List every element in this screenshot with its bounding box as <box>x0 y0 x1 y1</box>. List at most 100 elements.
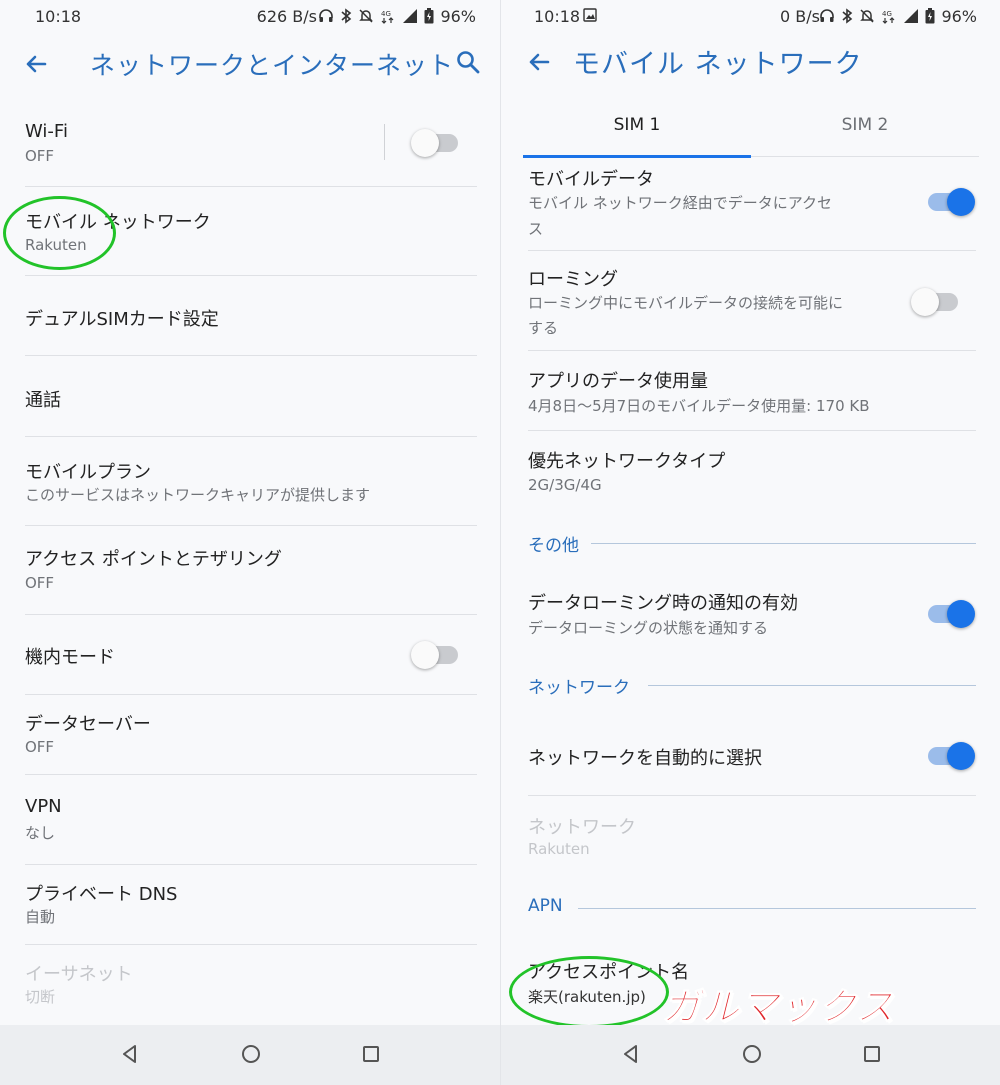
back-arrow-icon[interactable] <box>22 50 50 78</box>
roaming-item[interactable]: ローミング ローミング中にモバイルデータの接続を可能に する <box>528 251 976 351</box>
wifi-item[interactable]: Wi-Fi OFF <box>25 98 477 187</box>
headphones-icon <box>319 9 334 22</box>
wifi-status: OFF <box>25 147 55 165</box>
recents-square-icon[interactable] <box>859 1041 885 1067</box>
mobile-plan-description: このサービスはネットワークキャリアが提供します <box>25 486 371 504</box>
network-operator-value: Rakuten <box>528 840 590 858</box>
roaming-toggle[interactable] <box>911 286 961 316</box>
data-saver-item[interactable]: データセーバー OFF <box>25 695 477 775</box>
mobile-plan-item[interactable]: モバイルプラン このサービスはネットワークキャリアが提供します <box>25 437 477 526</box>
back-arrow-icon[interactable] <box>525 48 553 76</box>
auto-select-network-title: ネットワークを自動的に選択 <box>528 748 762 769</box>
bell-off-icon <box>359 9 374 23</box>
app-data-usage-title: アプリのデータ使用量 <box>528 371 708 392</box>
roaming-description-cont: する <box>528 319 559 337</box>
mobile-data-description-cont: ス <box>528 220 544 238</box>
search-icon[interactable] <box>454 48 482 76</box>
preferred-network-type-item[interactable]: 優先ネットワークタイプ 2G/3G/4G <box>528 431 976 521</box>
sim-tabs: SIM 1 SIM 2 <box>523 100 979 158</box>
private-dns-item[interactable]: プライベート DNS 自動 <box>25 865 477 945</box>
vertical-divider <box>384 124 385 160</box>
navigation-bar <box>0 1025 500 1085</box>
tab-sim-1-label: SIM 1 <box>613 115 661 135</box>
airplane-mode-toggle[interactable] <box>411 639 461 669</box>
roaming-notification-toggle[interactable] <box>925 598 975 628</box>
vpn-title: VPN <box>25 796 62 817</box>
roaming-title: ローミング <box>528 269 618 290</box>
mobile-data-item[interactable]: モバイルデータ モバイル ネットワーク経由でデータにアクセ ス <box>528 157 976 251</box>
home-circle-icon[interactable] <box>238 1041 264 1067</box>
page-title: モバイル ネットワーク <box>573 49 863 80</box>
app-data-usage-summary: 4月8日～5月7日のモバイルデータ使用量: 170 KB <box>528 397 870 415</box>
battery-icon <box>925 8 935 24</box>
app-bar: モバイル ネットワーク <box>501 36 1000 96</box>
section-header-other: その他 <box>528 531 976 556</box>
svg-text:4G: 4G <box>882 10 892 18</box>
network-speed: 626 B/s <box>256 7 317 26</box>
battery-percent: 96% <box>941 6 977 26</box>
bluetooth-icon <box>842 8 853 24</box>
battery-percent: 96% <box>440 6 476 26</box>
mobile-data-title: モバイルデータ <box>528 169 654 190</box>
recents-square-icon[interactable] <box>358 1041 384 1067</box>
preferred-network-type-value: 2G/3G/4G <box>528 476 602 494</box>
app-data-usage-item[interactable]: アプリのデータ使用量 4月8日～5月7日のモバイルデータ使用量: 170 KB <box>528 351 976 431</box>
auto-select-network-item[interactable]: ネットワークを自動的に選択 <box>528 716 976 796</box>
mobile-data-description: モバイル ネットワーク経由でデータにアクセ <box>528 194 833 212</box>
calls-item[interactable]: 通話 <box>25 356 477 437</box>
mobile-network-screen: 10:18 0 B/s 4G 96% モバイル ネットワーク SIM 1 SIM… <box>500 0 1000 1085</box>
mobile-plan-title: モバイルプラン <box>25 462 151 483</box>
signal-icon <box>403 9 418 23</box>
navigation-bar <box>501 1025 1000 1085</box>
bluetooth-icon <box>341 8 352 24</box>
vpn-status: なし <box>25 824 56 842</box>
tab-sim-1[interactable]: SIM 1 <box>523 100 751 158</box>
wifi-title: Wi-Fi <box>25 121 68 142</box>
data-saver-title: データセーバー <box>25 714 151 735</box>
tab-sim-2[interactable]: SIM 2 <box>751 100 979 157</box>
hotspot-tethering-item[interactable]: アクセス ポイントとテザリング OFF <box>25 526 477 615</box>
status-time: 10:18 <box>534 7 581 26</box>
home-circle-icon[interactable] <box>739 1041 765 1067</box>
back-triangle-icon[interactable] <box>618 1041 644 1067</box>
data-saver-status: OFF <box>25 738 55 756</box>
4g-icon: 4G <box>882 10 895 24</box>
dual-sim-title: デュアルSIMカード設定 <box>25 309 219 330</box>
ethernet-title: イーサネット <box>25 964 133 985</box>
watermark-logo: ガルマックス <box>662 985 895 1030</box>
section-title-other: その他 <box>528 531 591 556</box>
status-icons: 4G 96% <box>819 5 977 27</box>
section-header-apn: APN <box>528 896 976 920</box>
airplane-mode-item[interactable]: 機内モード <box>25 615 477 695</box>
headphones-icon <box>820 9 835 22</box>
status-time: 10:18 <box>35 7 82 26</box>
preferred-network-type-title: 優先ネットワークタイプ <box>528 451 726 472</box>
section-title-network: ネットワーク <box>528 673 642 698</box>
calls-title: 通話 <box>25 390 61 411</box>
bell-off-icon <box>860 9 875 23</box>
hotspot-status: OFF <box>25 574 55 592</box>
dual-sim-settings-item[interactable]: デュアルSIMカード設定 <box>25 276 477 356</box>
svg-text:4G: 4G <box>381 10 391 18</box>
vpn-item[interactable]: VPN なし <box>25 775 477 865</box>
network-operator-item: ネットワーク Rakuten <box>528 796 976 886</box>
network-speed: 0 B/s <box>780 7 820 26</box>
auto-select-network-toggle[interactable] <box>925 740 975 770</box>
roaming-description: ローミング中にモバイルデータの接続を可能に <box>528 294 844 312</box>
back-triangle-icon[interactable] <box>117 1041 143 1067</box>
roaming-notification-item[interactable]: データローミング時の通知の有効 データローミングの状態を通知する <box>528 575 976 655</box>
ethernet-item: イーサネット 切断 <box>25 945 477 1025</box>
page-title: ネットワークとインターネット <box>90 51 455 80</box>
roaming-notification-title: データローミング時の通知の有効 <box>528 593 798 614</box>
status-icons: 4G 96% <box>318 5 476 27</box>
roaming-notification-description: データローミングの状態を通知する <box>528 619 769 637</box>
wifi-toggle[interactable] <box>411 127 461 157</box>
4g-icon: 4G <box>381 10 394 24</box>
status-bar: 10:18 0 B/s 4G 96% <box>501 0 1000 32</box>
hotspot-title: アクセス ポイントとテザリング <box>25 549 282 570</box>
status-bar: 10:18 626 B/s 4G 96% <box>0 0 500 32</box>
signal-icon <box>904 9 919 23</box>
section-title-apn: APN <box>528 896 575 916</box>
tab-sim-2-label: SIM 2 <box>841 115 889 135</box>
mobile-data-toggle[interactable] <box>925 186 975 216</box>
